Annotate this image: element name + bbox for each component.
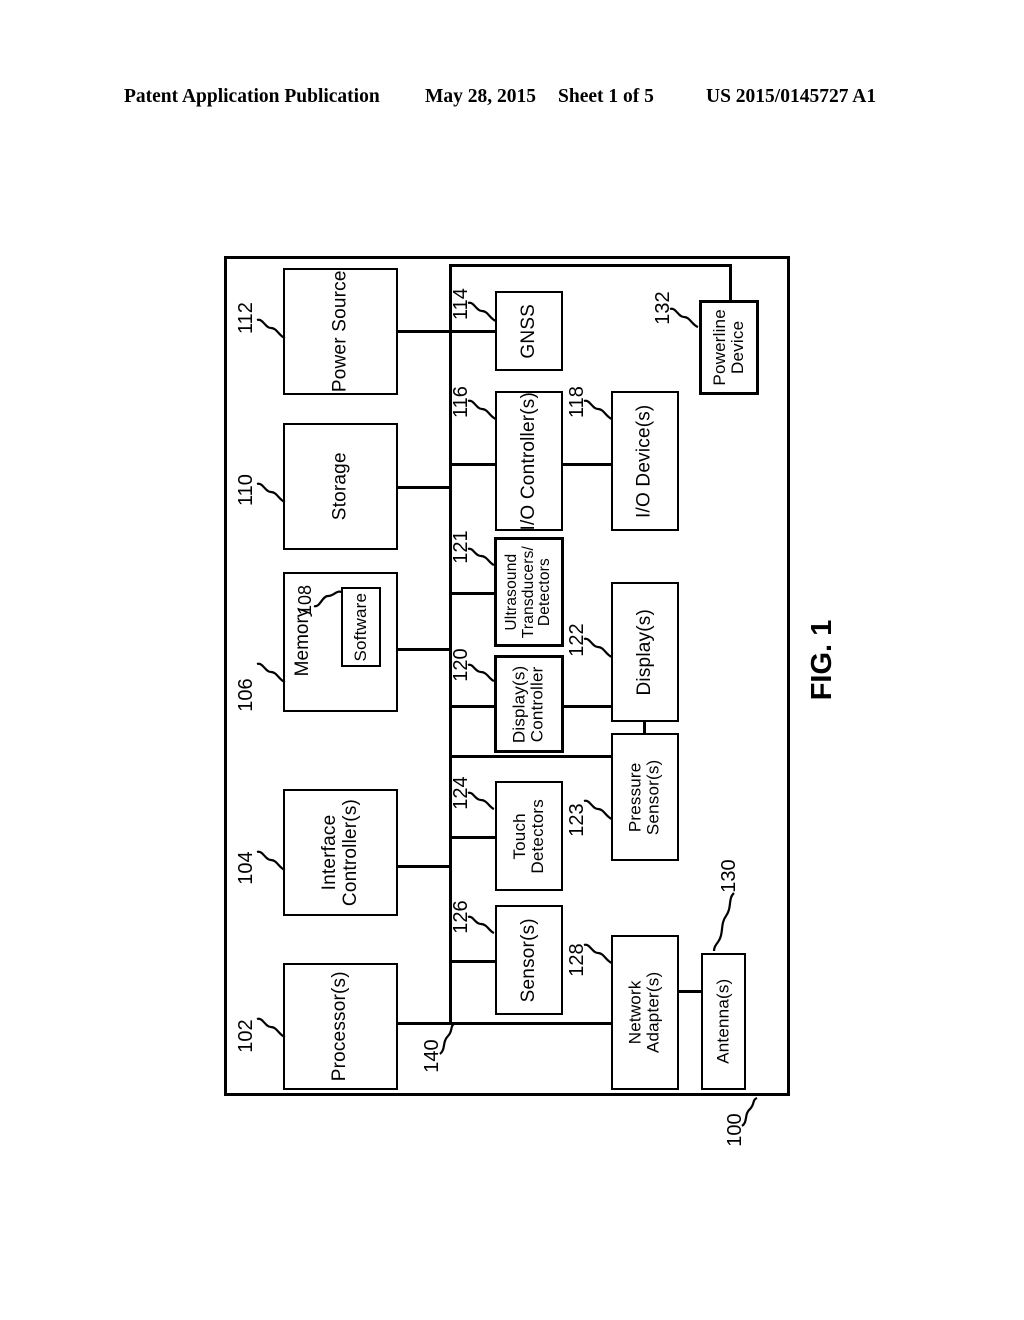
block-label: Processor(s) [329, 971, 351, 1082]
lead-118 [583, 399, 613, 421]
lead-122 [583, 637, 613, 659]
lead-104 [256, 850, 286, 872]
lead-110 [256, 482, 286, 504]
lead-128 [583, 943, 613, 965]
link-display-controller-to-bus [449, 705, 497, 708]
block-label: Software [350, 592, 370, 662]
block-label: Pressure Sensor(s) [625, 759, 663, 835]
lead-126 [467, 915, 495, 935]
bus-top-run [449, 264, 732, 267]
link-displays-to-pressure-sensors [643, 720, 646, 735]
lead-120 [467, 663, 495, 683]
lead-130 [712, 892, 735, 952]
lead-108 [313, 590, 343, 608]
link-gnss-to-bus [449, 330, 497, 333]
block-interface-controllers: Interface Controller(s) [283, 789, 398, 916]
block-io-controllers: I/O Controller(s) [495, 391, 563, 531]
bus-to-powerline-drop [729, 264, 732, 301]
lead-100 [741, 1096, 758, 1127]
block-label: Ultrasound Transducers/ Detectors [502, 545, 554, 639]
block-powerline-device: Powerline Device [699, 300, 759, 395]
patent-drawing-page: Patent Application Publication May 28, 2… [0, 0, 1024, 1320]
block-processors: Processor(s) [283, 963, 398, 1090]
block-label: I/O Device(s) [633, 404, 655, 518]
link-sensors-to-bus [449, 960, 497, 963]
block-label: GNSS [517, 303, 539, 359]
link-io-controllers-to-io-devices [563, 463, 613, 466]
block-label: Display(s) Controller [509, 665, 547, 743]
block-label: Storage [329, 452, 351, 521]
lead-123 [583, 799, 613, 821]
figure-caption: FIG. 1 [806, 619, 838, 701]
bus-bottom-run [398, 1022, 611, 1025]
lead-132 [669, 307, 699, 329]
link-interface-controllers-to-bus [398, 865, 450, 868]
link-network-adapters-to-antennas [679, 990, 703, 993]
link-touch-detectors-to-bus [449, 836, 497, 839]
block-software: Software [341, 587, 381, 667]
block-label: Sensor(s) [517, 917, 539, 1003]
block-sensors: Sensor(s) [495, 905, 563, 1015]
link-ultrasound-to-bus [449, 592, 497, 595]
block-label: Network Adapter(s) [625, 971, 663, 1054]
lead-116 [467, 399, 497, 421]
link-display-controller-to-displays [564, 705, 613, 708]
lead-112 [256, 318, 286, 340]
block-storage: Storage [283, 423, 398, 550]
link-power-source-to-bus [398, 330, 450, 333]
lead-121 [467, 547, 495, 567]
lead-140 [439, 1023, 455, 1055]
block-label: Display(s) [633, 608, 655, 696]
block-gnss: GNSS [495, 291, 563, 371]
block-displays: Display(s) [611, 582, 679, 722]
block-label: Touch Detectors [509, 798, 547, 874]
block-power-source: Power Source [283, 268, 398, 395]
lead-102 [256, 1017, 286, 1039]
block-label: I/O Controller(s) [517, 391, 539, 531]
block-io-devices: I/O Device(s) [611, 391, 679, 531]
lead-124 [467, 791, 495, 811]
block-touch-detectors: Touch Detectors [495, 781, 563, 891]
block-ultrasound-transducers-detectors: Ultrasound Transducers/ Detectors [494, 537, 564, 647]
lead-114 [467, 301, 497, 323]
lead-106 [256, 662, 286, 684]
link-io-controllers-to-bus [449, 463, 497, 466]
block-display-controller: Display(s) Controller [494, 655, 564, 753]
link-pressure-sensors-to-bus [449, 755, 613, 758]
link-storage-to-bus [398, 486, 450, 489]
block-antennas: Antenna(s) [701, 953, 746, 1090]
block-network-adapters: Network Adapter(s) [611, 935, 679, 1090]
block-pressure-sensors: Pressure Sensor(s) [611, 733, 679, 861]
block-label: Powerline Device [709, 309, 748, 386]
block-label: Antenna(s) [713, 978, 733, 1065]
link-memory-to-bus [398, 648, 450, 651]
figure-1-diagram: Power Source Storage Memory Software Int… [0, 0, 1024, 1320]
block-label: Interface Controller(s) [318, 798, 361, 907]
block-label: Power Source [329, 270, 351, 393]
